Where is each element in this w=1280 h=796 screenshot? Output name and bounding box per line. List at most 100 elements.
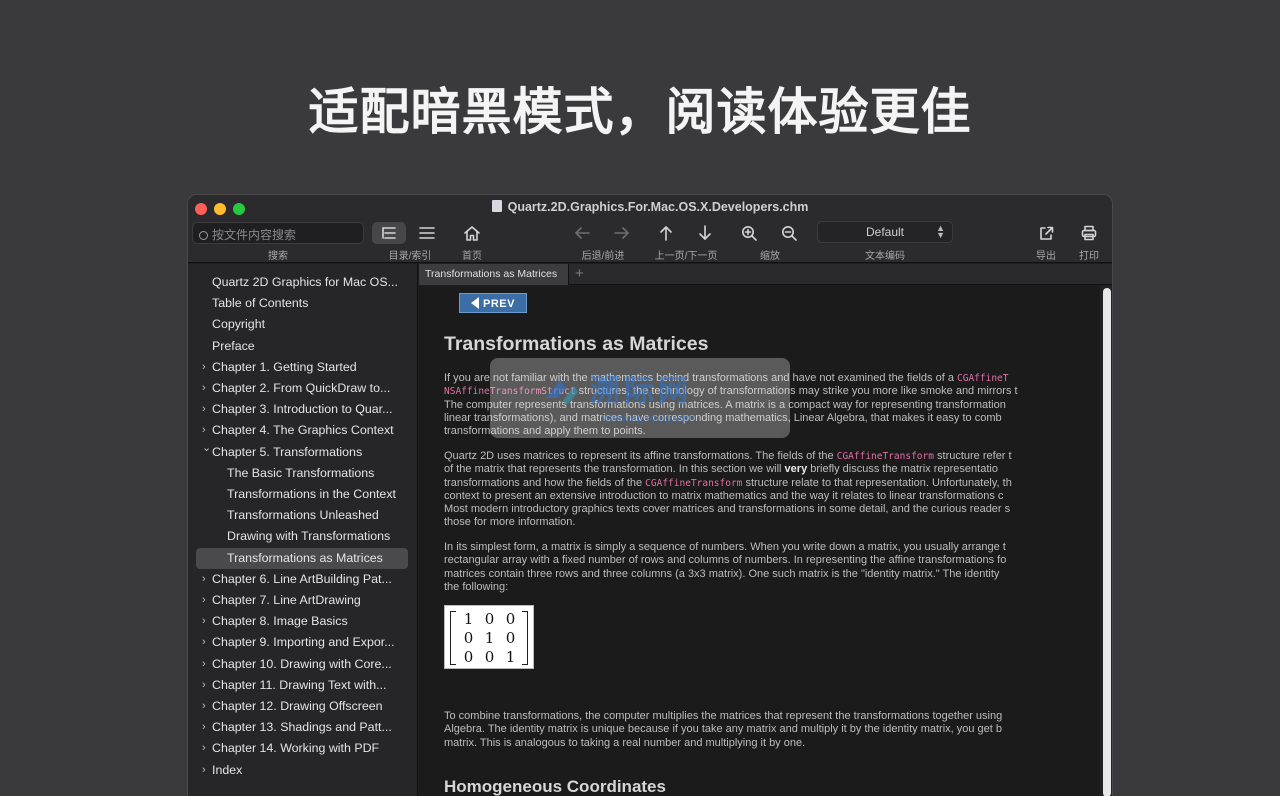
chevron-right-icon[interactable]: › xyxy=(202,590,206,610)
sidebar-item-label: Index xyxy=(212,762,243,777)
paragraph-3: In its simplest form, a matrix is simply… xyxy=(444,541,1007,593)
export-icon xyxy=(1040,226,1054,240)
toc-list-button[interactable] xyxy=(372,222,406,244)
sidebar-item[interactable]: Preface xyxy=(212,336,255,356)
sidebar-item-label: Quartz 2D Graphics for Mac OS... xyxy=(212,275,398,289)
search-icon xyxy=(199,231,208,240)
sidebar-item-label: Chapter 8. Image Basics xyxy=(212,614,348,629)
forward-button[interactable] xyxy=(612,222,632,244)
sidebar-item[interactable]: Transformations as Matrices xyxy=(227,548,383,568)
sidebar-item[interactable]: The Basic Transformations xyxy=(227,463,374,483)
sidebar-item[interactable]: › Chapter 6. Line ArtBuilding Pat... xyxy=(202,569,392,589)
watermark-subtext: www.sujiwang.com xyxy=(602,412,695,424)
list-icon xyxy=(382,227,396,239)
tab-bar: Transformations as Matrices + xyxy=(419,264,1112,285)
watermark-text: 溯际网 xyxy=(590,375,692,408)
section-heading: Homogeneous Coordinates xyxy=(444,777,666,796)
arrow-down-icon xyxy=(699,225,711,240)
prev-link-button[interactable]: PREV xyxy=(459,293,527,313)
chevron-right-icon[interactable]: › xyxy=(202,738,206,758)
home-label: 首页 xyxy=(462,251,482,262)
print-label: 打印 xyxy=(1079,251,1099,262)
page-label: 上一页/下一页 xyxy=(654,251,718,262)
identity-matrix-image: 100 010 001 xyxy=(444,605,534,669)
search-input[interactable]: 按文件内容搜索 xyxy=(192,222,364,244)
chevron-right-icon[interactable]: › xyxy=(202,378,206,398)
zoom-in-icon xyxy=(742,226,757,241)
next-page-button[interactable] xyxy=(695,222,715,244)
zoom-label: 缩放 xyxy=(760,251,780,262)
index-list-button[interactable] xyxy=(414,222,440,244)
arrow-up-icon xyxy=(660,226,672,241)
sidebar-item-label: The Basic Transformations xyxy=(227,465,375,480)
chevron-right-icon[interactable]: › xyxy=(202,569,206,589)
sidebar-item[interactable]: › Chapter 10. Drawing with Core... xyxy=(202,654,392,674)
toc-sidebar: Quartz 2D Graphics for Mac OS... Table of… xyxy=(188,264,418,796)
zoom-out-icon xyxy=(782,226,797,241)
sidebar-item[interactable]: › Chapter 8. Image Basics xyxy=(202,611,348,631)
sidebar-item[interactable]: › Index xyxy=(202,760,243,780)
sidebar-item-label: Chapter 2. From QuickDraw to... xyxy=(212,381,391,395)
sidebar-item-label: Chapter 1. Getting Started xyxy=(212,359,357,374)
chevron-right-icon[interactable]: › xyxy=(202,399,206,419)
watermark-overlay: 溯际网 www.sujiwang.com xyxy=(490,358,790,438)
sidebar-item[interactable]: › Chapter 2. From QuickDraw to... xyxy=(202,378,391,398)
chevron-down-icon[interactable]: ⌄ xyxy=(202,438,211,458)
toolbar: Quartz.2D.Graphics.For.Mac.OS.X.Develope… xyxy=(188,195,1112,263)
sidebar-item[interactable]: Quartz 2D Graphics for Mac OS... xyxy=(212,272,398,292)
chevron-right-icon[interactable]: › xyxy=(202,632,206,652)
sidebar-item[interactable]: › Chapter 3. Introduction to Quar... xyxy=(202,399,392,419)
sidebar-item[interactable]: › Chapter 1. Getting Started xyxy=(202,357,357,377)
sidebar-item-label: Copyright xyxy=(212,317,266,332)
vertical-scrollbar[interactable] xyxy=(1100,286,1112,796)
add-tab-button[interactable]: + xyxy=(575,265,584,282)
chevron-right-icon[interactable]: › xyxy=(202,654,206,674)
sidebar-item[interactable]: › Chapter 4. The Graphics Context xyxy=(202,420,394,440)
sidebar-item-label: Transformations as Matrices xyxy=(227,550,383,565)
printer-icon xyxy=(1081,225,1097,241)
home-button[interactable] xyxy=(460,222,484,244)
window-title: Quartz.2D.Graphics.For.Mac.OS.X.Develope… xyxy=(188,200,1112,214)
sidebar-item[interactable]: Table of Contents xyxy=(212,293,308,313)
sidebar-item[interactable]: › Chapter 9. Importing and Expor... xyxy=(202,632,395,652)
chevron-right-icon[interactable]: › xyxy=(202,357,206,377)
sidebar-item[interactable]: › Chapter 13. Shadings and Patt... xyxy=(202,717,392,737)
sidebar-item-label: Chapter 10. Drawing with Core... xyxy=(212,656,392,671)
zoom-out-button[interactable] xyxy=(779,222,799,244)
sidebar-item-label: Preface xyxy=(212,338,255,353)
scroll-thumb[interactable] xyxy=(1103,288,1111,796)
sidebar-item[interactable]: Transformations Unleashed xyxy=(227,505,379,525)
sidebar-item-label: Transformations Unleashed xyxy=(227,508,379,523)
sidebar-item[interactable]: Transformations in the Context xyxy=(227,484,396,504)
sidebar-item-label: Chapter 4. The Graphics Context xyxy=(212,423,394,438)
search-label: 搜索 xyxy=(268,251,288,262)
sidebar-item-label: Chapter 11. Drawing Text with... xyxy=(212,677,387,692)
sidebar-item-label: Chapter 5. Transformations xyxy=(212,444,363,459)
sidebar-item[interactable]: › Chapter 7. Line ArtDrawing xyxy=(202,590,361,610)
prev-page-button[interactable] xyxy=(656,222,676,244)
chevron-right-icon[interactable]: › xyxy=(202,696,206,716)
sidebar-item[interactable]: › Chapter 12. Drawing Offscreen xyxy=(202,696,383,716)
sidebar-item[interactable]: › Chapter 11. Drawing Text with... xyxy=(202,675,387,695)
export-button[interactable] xyxy=(1036,222,1056,244)
sidebar-item[interactable]: › Chapter 14. Working with PDF xyxy=(202,738,380,758)
back-button[interactable] xyxy=(572,222,592,244)
sidebar-item-label: Drawing with Transformations xyxy=(227,529,391,544)
sidebar-item[interactable]: ⌄ Chapter 5. Transformations xyxy=(202,442,363,462)
chevron-right-icon[interactable]: › xyxy=(202,611,206,631)
zoom-in-button[interactable] xyxy=(739,222,759,244)
sidebar-item[interactable]: Copyright xyxy=(212,314,265,334)
sidebar-item-label: Chapter 14. Working with PDF xyxy=(212,741,380,756)
sidebar-item[interactable]: Drawing with Transformations xyxy=(227,526,390,546)
chevron-right-icon[interactable]: › xyxy=(202,675,206,695)
tab-active[interactable]: Transformations as Matrices xyxy=(419,264,569,285)
arrow-left-icon xyxy=(471,297,480,309)
chevron-right-icon[interactable]: › xyxy=(202,717,206,737)
encoding-select[interactable]: Default ▲ ▼ xyxy=(817,221,953,243)
arrow-right-icon xyxy=(614,227,629,239)
sidebar-item-label: Chapter 13. Shadings and Patt... xyxy=(212,720,392,735)
print-button[interactable] xyxy=(1079,222,1099,244)
sidebar-item-label: Chapter 6. Line ArtBuilding Pat... xyxy=(212,571,392,586)
sidebar-item-label: Transformations in the Context xyxy=(227,487,396,501)
chevron-right-icon[interactable]: › xyxy=(202,760,206,780)
